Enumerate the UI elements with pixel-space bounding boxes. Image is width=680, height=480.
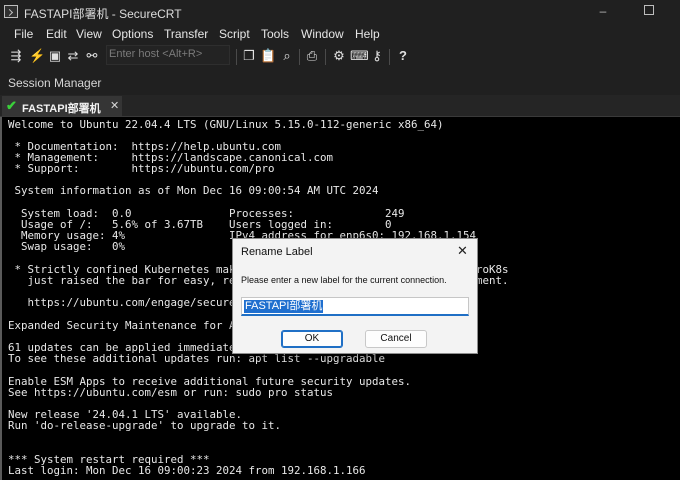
label-input[interactable]: FASTAPI部署机 [241, 297, 469, 316]
menu-file[interactable]: File [14, 27, 33, 41]
menu-script[interactable]: Script [219, 27, 250, 41]
square-icon [644, 5, 654, 15]
settings-icon[interactable]: ⚙ [331, 47, 347, 64]
label-input-value: FASTAPI部署机 [244, 300, 324, 313]
dialog-close-button[interactable]: ✕ [457, 243, 468, 259]
paste-icon[interactable]: 📋 [260, 47, 276, 64]
ok-button[interactable]: OK [281, 330, 343, 348]
dialog-prompt: Please enter a new label for the current… [241, 275, 447, 285]
title-bar: FASTAPI部署机 - SecureCRT – [0, 0, 680, 24]
terminal-line: Run 'do-release-upgrade' to upgrade to i… [8, 419, 282, 432]
dialog-title: Rename Label [241, 246, 313, 258]
quick-connect-icon[interactable]: ⚡ [29, 47, 45, 64]
check-icon: ✔ [6, 98, 17, 113]
toolbar-separator [299, 49, 300, 65]
menu-options[interactable]: Options [112, 27, 153, 41]
connect-icon[interactable]: ⇶ [8, 47, 24, 64]
window-title: FASTAPI部署机 - SecureCRT [24, 7, 182, 21]
terminal-line: To see these additional updates run: apt… [8, 352, 386, 365]
toolbar-separator [389, 49, 390, 65]
menu-transfer[interactable]: Transfer [164, 27, 208, 41]
menu-window[interactable]: Window [301, 27, 344, 41]
rename-label-dialog: Rename Label ✕ Please enter a new label … [232, 238, 478, 354]
reconnect-icon[interactable]: ⇄ [65, 47, 81, 64]
terminal-line: * Support: https://ubuntu.com/pro [8, 162, 275, 175]
tab-close-button[interactable]: ✕ [110, 99, 119, 112]
print-icon[interactable]: ⎙ [304, 47, 320, 64]
toolbar-separator [325, 49, 326, 65]
securecrt-app-icon [4, 5, 18, 18]
terminal-icon[interactable]: ▣ [47, 47, 63, 64]
terminal-line: System information as of Mon Dec 16 09:0… [8, 184, 379, 197]
maximize-button[interactable] [626, 0, 672, 24]
session-manager-label: Session Manager [8, 76, 102, 90]
minimize-button[interactable]: – [580, 0, 626, 24]
tab-label: FASTAPI部署机 [22, 103, 101, 115]
menu-view[interactable]: View [76, 27, 102, 41]
menu-help[interactable]: Help [355, 27, 380, 41]
menu-tools[interactable]: Tools [261, 27, 289, 41]
find-icon[interactable]: ⌕ [279, 47, 295, 64]
sftp-icon[interactable]: ⚷ [369, 47, 385, 64]
link-icon[interactable]: ⚯ [84, 47, 100, 64]
session-manager-bar[interactable]: Session Manager [0, 70, 680, 94]
host-input[interactable]: Enter host <Alt+R> [106, 45, 230, 65]
tab-session[interactable]: ✔ FASTAPI部署机 ✕ [2, 96, 122, 116]
copy-icon[interactable]: ❐ [241, 47, 257, 64]
terminal-line: Swap usage: 0% [8, 240, 126, 253]
toolbar-separator [236, 49, 237, 65]
terminal-line: Last login: Mon Dec 16 09:00:23 2024 fro… [8, 464, 366, 477]
keymap-icon[interactable]: ⌨ [350, 47, 369, 64]
cancel-button[interactable]: Cancel [365, 330, 427, 348]
terminal-line: Welcome to Ubuntu 22.04.4 LTS (GNU/Linux… [8, 118, 444, 131]
terminal-line: See https://ubuntu.com/esm or run: sudo … [8, 386, 334, 399]
help-icon[interactable]: ? [395, 47, 411, 64]
menu-edit[interactable]: Edit [46, 27, 67, 41]
menu-bar: File Edit View Options Transfer Script T… [0, 24, 680, 44]
